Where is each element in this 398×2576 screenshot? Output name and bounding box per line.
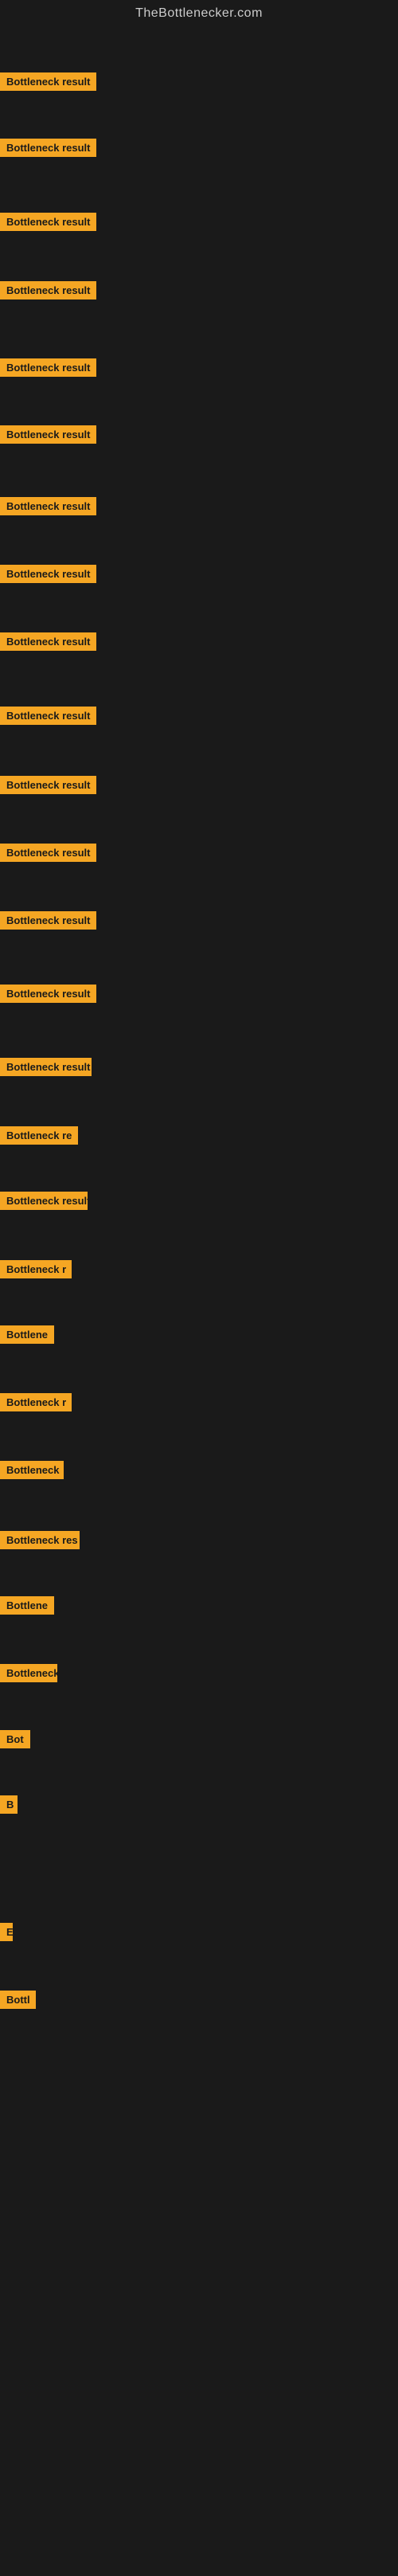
bottleneck-badge[interactable]: Bottleneck result — [0, 497, 96, 515]
bottleneck-badge[interactable]: Bottleneck res — [0, 1531, 80, 1549]
bottleneck-item: Bottleneck result — [0, 911, 96, 930]
bottleneck-badge[interactable]: Bottleneck result — [0, 985, 96, 1003]
bottleneck-item: B — [0, 1795, 18, 1814]
bottleneck-badge[interactable]: Bottleneck result — [0, 281, 96, 299]
bottleneck-item: Bottleneck — [0, 1664, 57, 1682]
bottleneck-badge[interactable]: Bottleneck result — [0, 425, 96, 444]
bottleneck-badge[interactable]: Bottleneck result — [0, 776, 96, 794]
bottleneck-item: Bottleneck result — [0, 1058, 92, 1076]
bottleneck-item: Bot — [0, 1730, 30, 1748]
bottleneck-item: Bottlene — [0, 1325, 54, 1344]
bottleneck-badge[interactable]: Bottleneck result — [0, 72, 96, 91]
bottleneck-badge[interactable]: Bottlene — [0, 1325, 54, 1344]
bottleneck-item: Bottleneck result — [0, 565, 96, 583]
bottleneck-item: Bottleneck result — [0, 281, 96, 299]
bottleneck-badge[interactable]: Bottlene — [0, 1596, 54, 1615]
bottleneck-badge[interactable]: Bottleneck r — [0, 1260, 72, 1278]
bottleneck-item: Bottleneck result — [0, 358, 96, 377]
bottleneck-badge[interactable]: Bottleneck r — [0, 1393, 72, 1411]
bottleneck-badge[interactable]: Bottleneck result — [0, 707, 96, 725]
bottleneck-badge[interactable]: B — [0, 1795, 18, 1814]
bottleneck-badge[interactable]: Bottleneck re — [0, 1126, 78, 1145]
bottleneck-badge[interactable]: Bottleneck result — [0, 213, 96, 231]
bottleneck-badge[interactable]: Bottleneck result — [0, 358, 96, 377]
bottleneck-item: Bottleneck result — [0, 213, 96, 231]
bottleneck-item: Bottl — [0, 1991, 36, 2009]
bottleneck-item: Bottleneck result — [0, 985, 96, 1003]
bottleneck-badge[interactable]: Bottleneck result — [0, 844, 96, 862]
bottleneck-item: Bottleneck — [0, 1461, 64, 1479]
bottleneck-badge[interactable]: Bottleneck result — [0, 632, 96, 651]
site-title: TheBottlenecker.com — [0, 0, 398, 27]
bottleneck-item: Bottleneck result — [0, 707, 96, 725]
bottleneck-item: Bottleneck re — [0, 1126, 78, 1145]
bottleneck-item: Bottleneck result — [0, 72, 96, 91]
bottleneck-item: E — [0, 1923, 13, 1941]
bottleneck-item: Bottleneck result — [0, 1192, 88, 1210]
bottleneck-item: Bottleneck result — [0, 497, 96, 515]
bottleneck-item: Bottleneck r — [0, 1260, 72, 1278]
bottleneck-item: Bottleneck result — [0, 425, 96, 444]
bottleneck-badge[interactable]: Bottleneck — [0, 1664, 57, 1682]
bottleneck-badge[interactable]: Bottleneck result — [0, 911, 96, 930]
bottleneck-item: Bottleneck r — [0, 1393, 72, 1411]
bottleneck-badge[interactable]: Bot — [0, 1730, 30, 1748]
bottleneck-item: Bottleneck result — [0, 776, 96, 794]
bottleneck-badge[interactable]: E — [0, 1923, 13, 1941]
bottleneck-badge[interactable]: Bottleneck result — [0, 1058, 92, 1076]
bottleneck-item: Bottleneck result — [0, 139, 96, 157]
bottleneck-badge[interactable]: Bottleneck result — [0, 139, 96, 157]
bottleneck-item: Bottleneck result — [0, 632, 96, 651]
bottleneck-badge[interactable]: Bottleneck result — [0, 565, 96, 583]
bottleneck-badge[interactable]: Bottleneck — [0, 1461, 64, 1479]
bottleneck-badge[interactable]: Bottl — [0, 1991, 36, 2009]
bottleneck-badge[interactable]: Bottleneck result — [0, 1192, 88, 1210]
bottleneck-item: Bottleneck res — [0, 1531, 80, 1549]
bottleneck-item: Bottleneck result — [0, 844, 96, 862]
bottleneck-item: Bottlene — [0, 1596, 54, 1615]
